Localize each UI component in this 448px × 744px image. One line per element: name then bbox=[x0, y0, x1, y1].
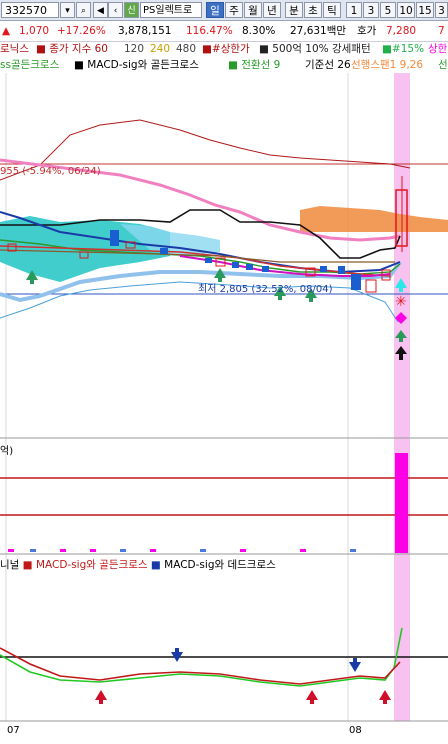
legend-ma-480: 480 bbox=[176, 43, 197, 55]
stock-code-input[interactable]: 332570 bbox=[1, 2, 59, 18]
interval-3-button[interactable]: 3 bbox=[363, 2, 379, 18]
candle-down bbox=[160, 248, 168, 254]
candle-down bbox=[246, 264, 253, 270]
legend-ma-240: 240 bbox=[150, 43, 171, 55]
turnover-rate: 8.30% bbox=[242, 25, 276, 37]
toolbar: 332570 ▾ ⌕ ◀ ‹ 신 PS일렉트로 일 주 월 년 분 초 틱 1 … bbox=[0, 0, 448, 21]
legend-span2: 선 bbox=[438, 59, 448, 71]
interval-10-button[interactable]: 10 bbox=[397, 2, 415, 18]
candle-down bbox=[232, 262, 239, 268]
legend-macd-golden: ■ MACD-sig와 골든크로스 bbox=[74, 59, 199, 71]
interval-1-button[interactable]: 1 bbox=[346, 2, 362, 18]
candle-down bbox=[110, 230, 119, 246]
dropdown-icon[interactable]: ▾ bbox=[60, 2, 75, 18]
volume-bar-today bbox=[395, 453, 408, 553]
legend-pattern: ■ 500억 10% 강세패턴 bbox=[259, 43, 371, 55]
low-price-label: 최저 2,805 (32.52%, 08/04) bbox=[198, 284, 333, 295]
volume-bar bbox=[120, 549, 126, 552]
macd-golden-arrow-icon bbox=[306, 690, 318, 704]
candle-down bbox=[320, 266, 327, 272]
volume-bar bbox=[60, 549, 66, 552]
trade-amount: 27,631백만 bbox=[290, 25, 347, 37]
up-arrow-icon: ▲ bbox=[2, 25, 11, 37]
volume-bar bbox=[30, 549, 36, 552]
legend-close-ma: ■ 종가 지수 60 bbox=[36, 43, 108, 55]
legend-conversion: ■ 전환선 9 bbox=[228, 59, 281, 71]
macd-golden-arrow-icon bbox=[95, 690, 107, 704]
macd-dead-arrow-icon bbox=[171, 648, 183, 662]
interval-15-button[interactable]: 15 bbox=[416, 2, 434, 18]
macd-legend-golden: ■ MACD-sig와 골든크로스 bbox=[22, 559, 148, 571]
macd-golden-arrow-icon bbox=[379, 690, 391, 704]
x-axis-label: 08 bbox=[349, 725, 362, 736]
volume-ratio: 116.47% bbox=[186, 25, 233, 37]
legend-macd-golden-label: MACD-sig와 골든크로스 bbox=[87, 59, 199, 71]
macd-legend: 니널 ■ MACD-sig와 골든크로스 ■ MACD-sig와 데드크로스 bbox=[0, 557, 276, 572]
period-second-tab[interactable]: 초 bbox=[304, 2, 322, 18]
hoga-value-next: 7 bbox=[438, 25, 445, 37]
legend-span1: 선행스팬1 9,26 bbox=[351, 59, 424, 71]
star-signal-icon: ✳ bbox=[395, 294, 407, 310]
period-year-tab[interactable]: 년 bbox=[263, 2, 281, 18]
volume-bar bbox=[200, 549, 206, 552]
period-tick-tab[interactable]: 틱 bbox=[323, 2, 341, 18]
period-week-tab[interactable]: 주 bbox=[225, 2, 243, 18]
high-price-label: 955 (-5.94%, 06/24) bbox=[0, 166, 101, 177]
volume-bar bbox=[350, 549, 356, 552]
candle-down bbox=[338, 266, 345, 274]
volume-bars-small bbox=[8, 549, 356, 552]
macd-legend-dead: ■ MACD-sig와 데드크로스 bbox=[150, 559, 276, 571]
macd-signal-line bbox=[0, 647, 401, 685]
ichimoku-cloud-bearish bbox=[300, 206, 448, 232]
hoga-label: 호가 bbox=[357, 25, 377, 37]
indicator-legend-price: 로닉스 ■ 종가 지수 60 120 240 480 ■#상한가 ■ 500억 … bbox=[0, 42, 448, 57]
legend-stock-name: 로닉스 bbox=[0, 43, 29, 55]
volume-panel-label: 억) bbox=[0, 446, 14, 457]
search-icon[interactable]: ⌕ bbox=[76, 2, 91, 18]
volume-bar bbox=[150, 549, 156, 552]
change-rate: +17.26% bbox=[57, 25, 106, 37]
macd-legend-golden-label: MACD-sig와 골든크로스 bbox=[35, 559, 148, 571]
legend-close-ma-label: 종가 지수 60 bbox=[49, 43, 108, 55]
period-month-tab[interactable]: 월 bbox=[244, 2, 262, 18]
candle-down bbox=[205, 258, 212, 263]
volume-bar bbox=[300, 549, 306, 552]
legend-15pct: ■#15% bbox=[382, 43, 425, 55]
volume-bar bbox=[90, 549, 96, 552]
period-day-tab[interactable]: 일 bbox=[206, 2, 224, 18]
volume-value: 3,878,151 bbox=[118, 25, 172, 37]
legend-upper-limit: ■#상한가 bbox=[202, 43, 250, 55]
volume-bar bbox=[8, 549, 14, 552]
candle-down bbox=[262, 266, 269, 272]
macd-dead-arrow-icon bbox=[349, 658, 361, 672]
legend-upper-more: 상한 bbox=[428, 43, 448, 55]
speaker-icon[interactable]: ◀ bbox=[93, 2, 108, 18]
price-change: 1,070 bbox=[19, 25, 50, 37]
legend-pattern-label: 500억 10% 강세패턴 bbox=[272, 43, 371, 55]
price-info-row: ▲ 1,070 +17.26% 3,878,151 116.47% 8.30% … bbox=[0, 21, 448, 42]
hoga-value: 7,280 bbox=[386, 25, 417, 37]
indicator-legend-signals: ss골든크로스 ■ MACD-sig와 골든크로스 ■ 전환선 9 기준선 26… bbox=[0, 57, 448, 73]
today-highlight-column bbox=[394, 73, 410, 721]
prev-icon[interactable]: ‹ bbox=[108, 2, 123, 18]
interval-5-button[interactable]: 5 bbox=[380, 2, 396, 18]
x-axis-label: 07 bbox=[7, 725, 20, 736]
volume-bar bbox=[240, 549, 246, 552]
candle-up bbox=[365, 279, 377, 293]
stock-name[interactable]: PS일렉트로 bbox=[140, 2, 202, 18]
legend-15pct-label: #15% bbox=[391, 43, 425, 55]
macd-legend-name: 니널 bbox=[0, 559, 20, 571]
legend-ss-golden: ss골든크로스 bbox=[0, 59, 60, 71]
new-badge: 신 bbox=[124, 2, 139, 18]
legend-base: 기준선 26 bbox=[305, 59, 351, 71]
legend-upper-limit-label: #상한가 bbox=[211, 43, 250, 55]
macd-legend-dead-label: MACD-sig와 데드크로스 bbox=[164, 559, 276, 571]
interval-30-button[interactable]: 3 bbox=[435, 2, 448, 18]
period-minute-tab[interactable]: 분 bbox=[285, 2, 303, 18]
candle-down bbox=[351, 274, 361, 290]
legend-conversion-label: 전환선 9 bbox=[241, 59, 281, 71]
legend-ma-120: 120 bbox=[124, 43, 145, 55]
